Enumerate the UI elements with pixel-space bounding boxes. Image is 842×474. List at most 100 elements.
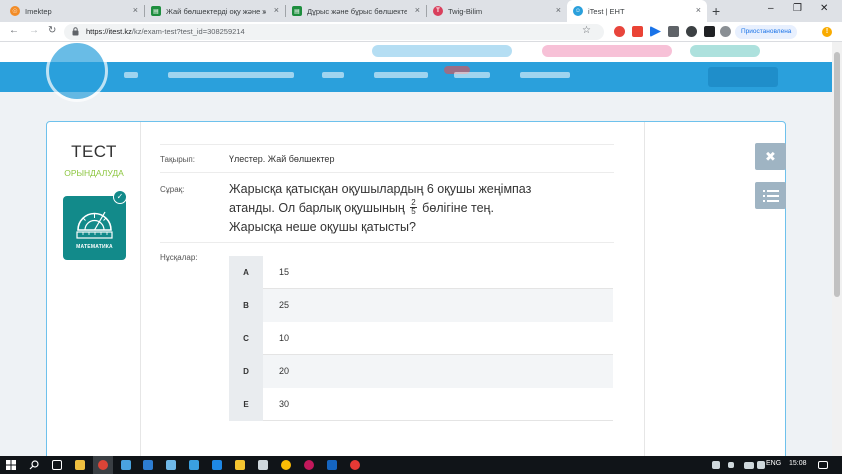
option-key: A (229, 256, 263, 289)
option-value-cell[interactable]: 25 (263, 289, 613, 322)
maximize-icon[interactable]: ❐ (793, 3, 802, 14)
option-value-cell[interactable]: 15 (263, 256, 613, 289)
app-icon[interactable] (143, 460, 153, 470)
question-list-button[interactable] (755, 182, 786, 209)
edge-icon[interactable] (212, 460, 222, 470)
bookmark-star-icon[interactable]: ☆ (582, 25, 591, 36)
file-explorer-icon[interactable] (75, 460, 85, 470)
app-icon[interactable] (235, 460, 245, 470)
app-icon[interactable] (304, 460, 314, 470)
task-view-icon[interactable] (52, 460, 62, 470)
search-icon[interactable] (29, 460, 39, 470)
nav-item-blurred[interactable] (374, 72, 428, 78)
notification-icon[interactable] (818, 461, 828, 469)
tab-twig-bilim[interactable]: T Twig-Bilim × (427, 0, 567, 22)
tab-label: Twig-Bilim (448, 6, 483, 16)
subject-label: МАТЕМАТИКА (76, 244, 113, 250)
check-icon: ✓ (113, 190, 127, 204)
site-top-bar (0, 42, 832, 62)
close-test-button[interactable]: ✖ (755, 143, 786, 170)
nav-item-blurred[interactable] (168, 72, 294, 78)
screen: ☉ Imektep × ▤ Жай бөлшектерді оқу және ж… (0, 0, 842, 474)
new-tab-button[interactable]: + (712, 3, 720, 19)
windows-taskbar: ENG 15:08 (0, 456, 842, 474)
browser-toolbar: ← → ↻ https://itest.kz/kz/exam-test?test… (0, 22, 842, 42)
option-key: C (229, 322, 263, 355)
page-scrollbar[interactable] (832, 42, 842, 456)
opera-icon[interactable] (350, 460, 360, 470)
extension-icon[interactable] (704, 26, 715, 37)
option-value-cell[interactable]: 20 (263, 355, 613, 388)
battery-icon[interactable] (744, 462, 754, 469)
avatar[interactable] (720, 26, 731, 37)
close-tab-icon[interactable]: × (133, 5, 138, 15)
back-button[interactable]: ← (9, 25, 19, 36)
site-navigation (0, 62, 832, 92)
app-icon[interactable] (189, 460, 199, 470)
extension-icon[interactable] (632, 26, 643, 37)
volume-icon[interactable] (757, 461, 765, 469)
app-icon[interactable] (327, 460, 337, 470)
people-icon[interactable] (712, 461, 720, 469)
option-key: D (229, 355, 263, 388)
profile-paused-button[interactable]: Приостановлена (735, 25, 798, 39)
fraction-denominator: 5 (411, 207, 416, 217)
nav-item-blurred[interactable] (454, 72, 490, 78)
extension-play-icon[interactable] (650, 26, 661, 37)
scrollbar-thumb[interactable] (834, 52, 840, 297)
app-icon[interactable] (281, 460, 291, 470)
sheets-favicon-icon: ▤ (292, 6, 302, 16)
tab-fractions-reading[interactable]: ▤ Жай бөлшектерді оқу және ж × (145, 0, 285, 22)
calculator-icon[interactable] (258, 460, 268, 470)
extension-home-icon[interactable] (668, 26, 679, 37)
card-divider (644, 122, 645, 456)
forward-button[interactable]: → (29, 25, 39, 36)
page-viewport: ТЕСТ ОРЫНДАЛУДА МАТЕМАТИКА ✓ Тақырып: Үл… (0, 42, 832, 456)
close-tab-icon[interactable]: × (556, 5, 561, 15)
close-tab-icon[interactable]: × (696, 5, 701, 15)
chrome-icon[interactable] (98, 460, 108, 470)
nav-item-blurred[interactable] (124, 72, 138, 78)
extension-icon[interactable] (686, 26, 697, 37)
option-value-cell[interactable]: 10 (263, 322, 613, 355)
close-window-icon[interactable]: ✕ (820, 3, 828, 14)
app-icon[interactable] (166, 460, 176, 470)
extension-shield-icon[interactable] (614, 26, 625, 37)
option-row-c[interactable]: C 10 (229, 322, 613, 355)
option-value-cell[interactable]: 30 (263, 388, 613, 421)
tab-proper-improper-fractions[interactable]: ▤ Дұрыс және бұрыс бөлшекте × (286, 0, 426, 22)
app-icon[interactable] (121, 460, 131, 470)
close-tab-icon[interactable]: × (415, 5, 420, 15)
reload-button[interactable]: ↻ (48, 25, 56, 36)
minimize-icon[interactable]: – (768, 3, 774, 14)
menu-alert-icon[interactable]: ! (822, 27, 832, 37)
tray-arrow-icon[interactable] (728, 462, 734, 468)
site-logo[interactable] (46, 42, 108, 102)
option-value: 15 (279, 267, 290, 277)
address-bar[interactable]: https://itest.kz/kz/exam-test?test_id=30… (64, 24, 604, 40)
option-value: 30 (279, 399, 290, 409)
option-row-e[interactable]: E 30 (229, 388, 613, 421)
clock[interactable]: 15:08 (789, 460, 807, 467)
url-path: /kz/exam-test?test_id=308259214 (131, 27, 245, 36)
option-row-d[interactable]: D 20 (229, 355, 613, 388)
options-table: A 15 B 25 C 10 D 20 E 30 (229, 256, 613, 421)
test-status: ОРЫНДАЛУДА (64, 168, 124, 178)
nav-item-blurred[interactable] (322, 72, 344, 78)
login-button[interactable] (708, 67, 778, 87)
test-card: ТЕСТ ОРЫНДАЛУДА МАТЕМАТИКА ✓ Тақырып: Үл… (46, 121, 786, 456)
option-row-a[interactable]: A 15 (229, 256, 613, 289)
nav-item-blurred[interactable] (520, 72, 570, 78)
language-indicator[interactable]: ENG (766, 460, 781, 467)
tab-label: Жай бөлшектерді оқу және ж (166, 6, 266, 16)
blurred-banner (690, 45, 760, 57)
lock-icon (72, 27, 79, 36)
subject-tile[interactable]: МАТЕМАТИКА ✓ (63, 190, 127, 260)
close-tab-icon[interactable]: × (274, 5, 279, 15)
tab-itest[interactable]: ☺ iTest | ЕНТ × (567, 0, 707, 22)
question-text: Жарысқа қатысқан оқушылардың 6 оқушы жең… (229, 180, 539, 237)
option-row-b[interactable]: B 25 (229, 289, 613, 322)
windows-start-icon[interactable] (6, 460, 16, 470)
tab-imektep[interactable]: ☉ Imektep × (4, 0, 144, 22)
twig-favicon-icon: T (433, 6, 443, 16)
